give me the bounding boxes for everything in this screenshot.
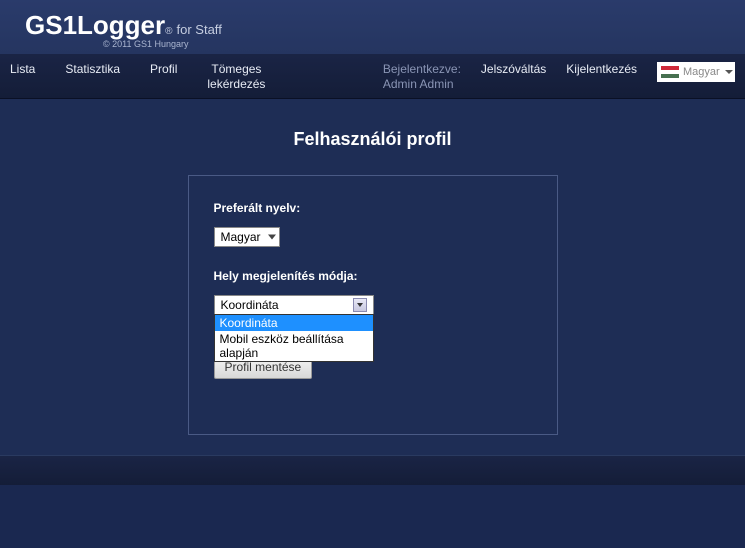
location-mode-option-1[interactable]: Mobil eszköz beállítása alapján <box>215 331 373 361</box>
location-mode-option-0[interactable]: Koordináta <box>215 315 373 331</box>
flag-hungary-icon <box>661 66 679 78</box>
logo-subtitle: for Staff <box>177 22 222 37</box>
content: Felhasználói profil Preferált nyelv: Mag… <box>0 99 745 455</box>
footer <box>0 455 745 485</box>
location-mode-label: Hely megjelenítés módja: <box>214 269 532 283</box>
location-mode-dropdown: Koordináta Mobil eszköz beállítása alapj… <box>214 314 374 362</box>
nav-left: Lista Statisztika Profil Tömeges lekérde… <box>10 62 265 92</box>
logo-main: GS1Logger <box>25 10 165 41</box>
dropdown-button[interactable] <box>353 298 367 312</box>
navbar: Lista Statisztika Profil Tömeges lekérde… <box>0 54 745 99</box>
location-mode-select[interactable]: Koordináta Koordináta Mobil eszköz beáll… <box>214 295 374 315</box>
chevron-down-icon <box>725 70 733 74</box>
app-header: GS1Logger® for Staff © 2011 GS1 Hungary <box>0 0 745 54</box>
nav-item-logout[interactable]: Kijelentkezés <box>566 62 637 77</box>
location-mode-value: Koordináta <box>221 298 279 312</box>
nav-item-password[interactable]: Jelszóváltás <box>481 62 546 77</box>
copyright: © 2011 GS1 Hungary <box>103 39 720 49</box>
login-user: Admin Admin <box>383 77 454 91</box>
preferred-language-select[interactable]: Magyar <box>214 227 280 247</box>
nav-item-statisztika[interactable]: Statisztika <box>65 62 120 92</box>
login-info: Bejelentkezve: Admin Admin <box>383 62 461 92</box>
language-value: Magyar <box>683 66 720 78</box>
profile-form: Preferált nyelv: Magyar Hely megjeleníté… <box>188 175 558 435</box>
language-selector[interactable]: Magyar <box>657 62 735 82</box>
page-title: Felhasználói profil <box>15 129 730 150</box>
registered-icon: ® <box>165 26 172 37</box>
nav-right: Bejelentkezve: Admin Admin Jelszóváltás … <box>383 62 735 92</box>
login-label: Bejelentkezve: <box>383 62 461 76</box>
nav-item-lista[interactable]: Lista <box>10 62 35 92</box>
nav-item-profil[interactable]: Profil <box>150 62 177 92</box>
nav-item-tomeges[interactable]: Tömeges lekérdezés <box>207 62 265 92</box>
preferred-language-value: Magyar <box>221 230 261 244</box>
logo: GS1Logger® for Staff <box>25 10 720 41</box>
chevron-down-icon <box>268 235 276 240</box>
preferred-language-label: Preferált nyelv: <box>214 201 532 215</box>
